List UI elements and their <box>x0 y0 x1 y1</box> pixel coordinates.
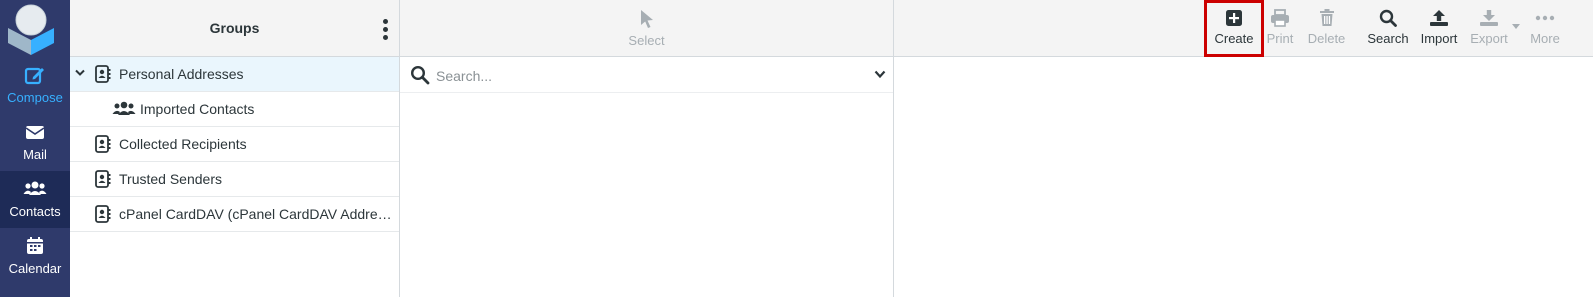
printer-icon <box>1271 9 1289 27</box>
group-personal-addresses[interactable]: Personal Addresses <box>70 57 399 92</box>
nav-calendar-label: Calendar <box>8 261 62 276</box>
chevron-down-icon[interactable] <box>75 69 85 77</box>
group-cpanel-carddav[interactable]: cPanel CardDAV (cPanel CardDAV Address… <box>70 197 399 232</box>
nav-contacts[interactable]: Contacts <box>0 171 70 228</box>
address-book-icon <box>95 65 111 83</box>
contacts-search-bar <box>400 57 893 93</box>
group-imported-contacts[interactable]: Imported Contacts <box>70 92 399 127</box>
address-book-icon <box>95 205 111 223</box>
group-label: Collected Recipients <box>119 136 247 152</box>
list-header: Select <box>400 0 893 57</box>
delete-button[interactable]: Delete <box>1304 0 1349 57</box>
roundcube-logo-icon <box>8 4 54 55</box>
users-icon <box>112 101 136 115</box>
app-logo[interactable] <box>0 0 70 57</box>
nav-mail-label: Mail <box>23 147 47 162</box>
trash-icon <box>1319 9 1334 26</box>
group-label: Imported Contacts <box>140 101 255 117</box>
download-icon <box>1480 10 1498 26</box>
select-label: Select <box>628 33 665 48</box>
address-book-icon <box>95 170 111 188</box>
group-trusted-senders[interactable]: Trusted Senders <box>70 162 399 197</box>
nav-compose[interactable]: Compose <box>0 57 70 114</box>
print-button[interactable]: Print <box>1264 0 1296 57</box>
ellipsis-icon <box>1535 15 1555 21</box>
groups-options-menu[interactable] <box>379 17 391 41</box>
users-icon <box>23 181 47 195</box>
kebab-menu-icon <box>383 19 388 24</box>
create-button[interactable]: Create <box>1204 0 1264 57</box>
contacts-list-panel: Select <box>400 0 894 297</box>
calendar-icon <box>27 237 43 254</box>
compose-icon <box>24 67 44 85</box>
app-nav: Compose Mail Contacts Calendar <box>0 0 70 297</box>
groups-panel: Groups Personal Addresses Imported Conta… <box>70 0 400 297</box>
import-label: Import <box>1420 31 1458 46</box>
export-label: Export <box>1470 31 1508 46</box>
kebab-menu-icon <box>383 35 388 40</box>
search-button[interactable]: Search <box>1365 0 1411 57</box>
search-input[interactable] <box>434 65 858 87</box>
address-book-icon <box>95 135 111 153</box>
pointer-icon <box>640 10 653 28</box>
select-button[interactable]: Select <box>400 0 893 57</box>
plus-square-icon <box>1226 10 1242 26</box>
nav-mail[interactable]: Mail <box>0 114 70 171</box>
group-collected-recipients[interactable]: Collected Recipients <box>70 127 399 162</box>
import-button[interactable]: Import <box>1416 0 1462 57</box>
group-label: Trusted Senders <box>119 171 222 187</box>
more-button[interactable]: More <box>1524 0 1566 57</box>
envelope-icon <box>25 126 45 139</box>
search-label: Search <box>1367 31 1409 46</box>
export-button[interactable]: Export <box>1468 0 1510 57</box>
chevron-down-icon[interactable] <box>874 70 886 79</box>
create-label: Create <box>1214 31 1254 46</box>
groups-title: Groups <box>209 20 260 36</box>
kebab-menu-icon <box>383 27 388 32</box>
nav-calendar[interactable]: Calendar <box>0 228 70 285</box>
groups-header: Groups <box>70 0 399 57</box>
nav-contacts-label: Contacts <box>9 204 61 219</box>
contact-content-panel: Create Print Delete Search Import Export… <box>894 0 1593 297</box>
nav-compose-label: Compose <box>7 90 63 105</box>
upload-icon <box>1430 10 1448 26</box>
caret-down-icon <box>1512 24 1520 29</box>
search-icon <box>1379 9 1397 27</box>
delete-label: Delete <box>1307 31 1346 46</box>
group-label: Personal Addresses <box>119 66 244 82</box>
export-dropdown-button[interactable] <box>1510 0 1522 57</box>
toolbar: Create Print Delete Search Import Export… <box>894 0 1593 57</box>
print-label: Print <box>1266 31 1294 46</box>
search-icon <box>410 65 430 85</box>
group-label: cPanel CardDAV (cPanel CardDAV Address… <box>119 206 394 222</box>
more-label: More <box>1530 31 1560 46</box>
